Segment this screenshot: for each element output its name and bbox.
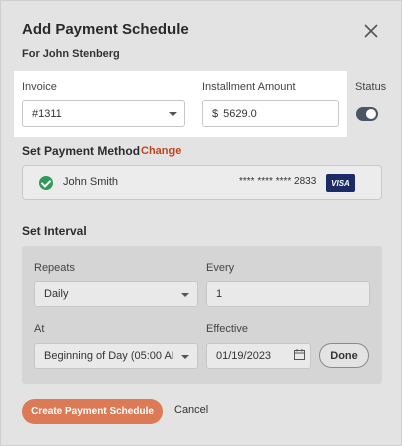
installment-amount-input[interactable]: $ 5629.0 (202, 100, 339, 127)
effective-label: Effective (206, 323, 248, 335)
currency-symbol: $ (212, 107, 219, 120)
visa-logo-icon: VISA (326, 174, 355, 192)
modal-subtitle: For John Stenberg (22, 48, 120, 60)
done-button[interactable]: Done (319, 343, 369, 368)
close-icon[interactable] (361, 21, 381, 41)
toggle-knob (366, 109, 376, 119)
effective-date-value: 01/19/2023 (216, 350, 272, 362)
installment-amount-label: Installment Amount (202, 81, 296, 93)
payment-method-card[interactable]: John Smith **** **** **** 2833 VISA (22, 165, 382, 200)
every-value: 1 (216, 288, 223, 300)
status-label: Status (355, 81, 387, 93)
masked-card-number: **** **** **** 2833 (239, 176, 317, 187)
status-toggle[interactable] (356, 107, 378, 121)
at-label: At (34, 323, 45, 335)
repeats-label: Repeats (34, 262, 75, 274)
calendar-icon[interactable] (294, 349, 305, 360)
modal-title: Add Payment Schedule (22, 21, 189, 38)
chevron-down-icon (169, 112, 177, 116)
at-value: Beginning of Day (05:00 AM) (44, 350, 173, 362)
installment-amount-value: 5629.0 (223, 107, 257, 120)
at-select[interactable]: Beginning of Day (05:00 AM) (34, 343, 198, 369)
every-label: Every (206, 262, 235, 274)
chevron-down-icon (181, 355, 189, 359)
invoice-label: Invoice (22, 81, 57, 93)
repeats-value: Daily (44, 288, 69, 300)
add-payment-schedule-modal: Add Payment Schedule For John Stenberg I… (0, 0, 402, 446)
repeats-select[interactable]: Daily (34, 281, 198, 307)
set-interval-heading: Set Interval (22, 224, 87, 238)
every-input[interactable]: 1 (206, 281, 370, 307)
check-circle-icon (39, 176, 53, 190)
create-payment-schedule-button[interactable]: Create Payment Schedule (22, 399, 163, 424)
invoice-select[interactable]: #1311 (22, 100, 185, 127)
invoice-value: #1311 (32, 107, 62, 120)
cancel-button[interactable]: Cancel (174, 404, 208, 416)
change-payment-method-link[interactable]: Change (141, 145, 181, 157)
chevron-down-icon (181, 293, 189, 297)
payment-method-heading: Set Payment Method (22, 144, 141, 158)
card-holder-name: John Smith (63, 176, 119, 188)
